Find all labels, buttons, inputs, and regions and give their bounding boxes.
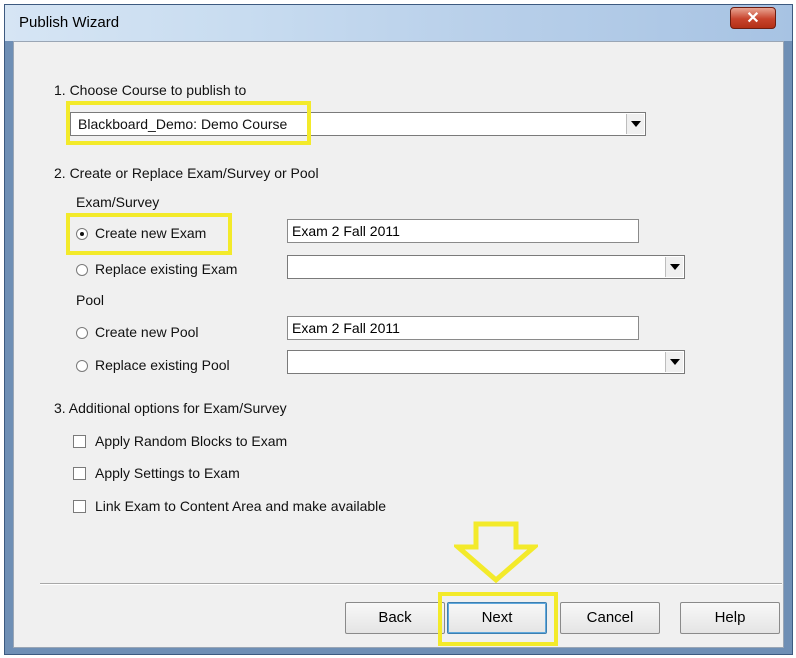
section-3-heading: 3. Additional options for Exam/Survey bbox=[54, 400, 287, 416]
section-2-heading: 2. Create or Replace Exam/Survey or Pool bbox=[54, 165, 319, 181]
replace-pool-dropdown[interactable] bbox=[287, 350, 685, 374]
cancel-button[interactable]: Cancel bbox=[560, 602, 660, 634]
replace-exam-dropdown[interactable] bbox=[287, 255, 685, 279]
create-exam-highlight-box bbox=[66, 213, 232, 255]
window-title: Publish Wizard bbox=[19, 14, 120, 31]
arrow-down-icon bbox=[454, 521, 538, 584]
replace-existing-pool-radio[interactable] bbox=[76, 360, 88, 372]
create-new-pool-radio[interactable] bbox=[76, 327, 88, 339]
chevron-down-icon[interactable] bbox=[665, 352, 683, 372]
pool-group-label: Pool bbox=[76, 292, 105, 308]
replace-existing-exam-label[interactable]: Replace existing Exam bbox=[95, 261, 237, 277]
link-content-area-checkbox[interactable] bbox=[73, 500, 86, 513]
help-button[interactable]: Help bbox=[680, 602, 780, 634]
exam-name-input[interactable]: Exam 2 Fall 2011 bbox=[287, 219, 639, 243]
link-content-area-label[interactable]: Link Exam to Content Area and make avail… bbox=[95, 498, 386, 514]
create-new-pool-label[interactable]: Create new Pool bbox=[95, 324, 199, 340]
close-button[interactable]: ✕ bbox=[730, 7, 776, 29]
close-icon: ✕ bbox=[746, 10, 760, 27]
apply-settings-checkbox[interactable] bbox=[73, 467, 86, 480]
next-highlight-box bbox=[438, 592, 558, 646]
back-button[interactable]: Back bbox=[345, 602, 445, 634]
pool-name-input[interactable]: Exam 2 Fall 2011 bbox=[287, 316, 639, 340]
publish-wizard-window: Publish Wizard ✕ 1. Choose Course to pub… bbox=[4, 4, 793, 655]
random-blocks-checkbox[interactable] bbox=[73, 435, 86, 448]
pool-name-input-value: Exam 2 Fall 2011 bbox=[292, 320, 400, 336]
exam-survey-group-label: Exam/Survey bbox=[76, 194, 160, 210]
dialog-body: 1. Choose Course to publish to Blackboar… bbox=[13, 41, 784, 648]
chevron-down-icon[interactable] bbox=[626, 114, 644, 134]
chevron-down-icon[interactable] bbox=[665, 257, 683, 277]
button-separator bbox=[40, 583, 782, 585]
random-blocks-label[interactable]: Apply Random Blocks to Exam bbox=[95, 433, 287, 449]
section-1-heading: 1. Choose Course to publish to bbox=[54, 82, 247, 98]
apply-settings-label[interactable]: Apply Settings to Exam bbox=[95, 465, 240, 481]
exam-name-input-value: Exam 2 Fall 2011 bbox=[292, 223, 400, 239]
course-highlight-box bbox=[66, 101, 311, 145]
title-bar[interactable]: Publish Wizard ✕ bbox=[5, 5, 792, 41]
replace-existing-pool-label[interactable]: Replace existing Pool bbox=[95, 357, 230, 373]
replace-existing-exam-radio[interactable] bbox=[76, 264, 88, 276]
